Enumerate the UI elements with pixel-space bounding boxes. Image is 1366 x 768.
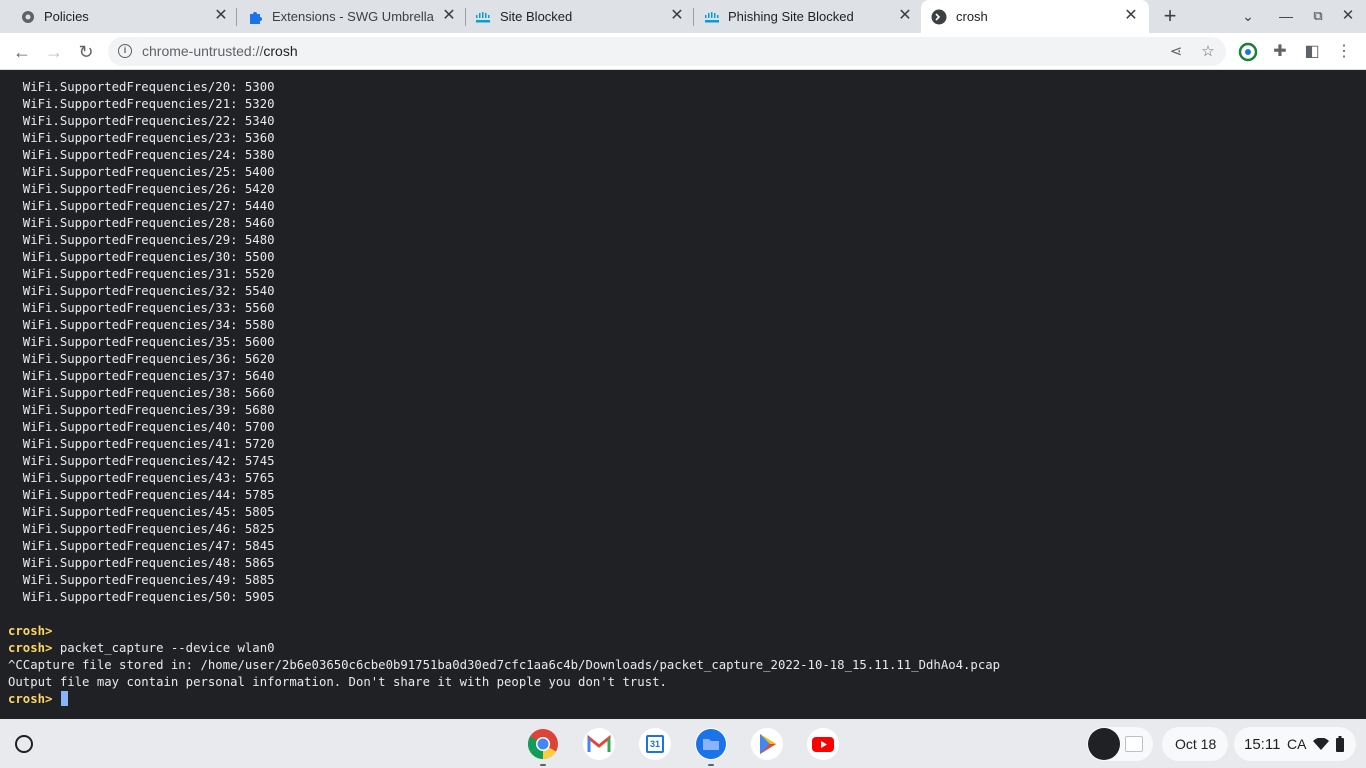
frequency-line: WiFi.SupportedFrequencies/48: 5865 [8,556,275,570]
share-icon[interactable]: ⋖ [1166,42,1186,62]
frequency-line: WiFi.SupportedFrequencies/24: 5380 [8,148,275,162]
frequency-line: WiFi.SupportedFrequencies/49: 5885 [8,573,275,587]
more-menu-icon[interactable]: ⋮ [1333,41,1355,63]
browser-toolbar: ← → ↻ i chrome-untrusted://crosh ⋖ ☆ ✚ ◧… [0,33,1366,70]
battery-icon [1336,736,1344,752]
terminal-line: Output file may contain personal informa… [8,675,667,689]
tab-search-chevron-down-icon[interactable]: ⌄ [1236,5,1260,27]
cisco-logo-icon [705,12,719,23]
frequency-line: WiFi.SupportedFrequencies/50: 5905 [8,590,275,604]
close-window-icon[interactable]: ✕ [1336,5,1360,27]
terminal-line: ^CCapture file stored in: /home/user/2b6… [8,658,1001,672]
running-indicator [708,764,714,766]
tab-extensions[interactable]: Extensions - SWG Umbrella Ch ✕ [237,0,465,33]
frequency-line: WiFi.SupportedFrequencies/47: 5845 [8,539,275,553]
tab-strip: Policies ✕ Extensions - SWG Umbrella Ch … [0,0,1366,33]
frequency-line: WiFi.SupportedFrequencies/45: 5805 [8,505,275,519]
play-store-icon[interactable] [751,728,783,760]
puzzle-icon [250,12,262,24]
frequency-line: WiFi.SupportedFrequencies/31: 5520 [8,267,275,281]
frequency-line: WiFi.SupportedFrequencies/42: 5745 [8,454,275,468]
frequency-line: WiFi.SupportedFrequencies/21: 5320 [8,97,275,111]
tote-holding-space[interactable] [1087,727,1153,761]
clock-time: 15:11 [1244,736,1281,753]
new-tab-plus-icon[interactable]: + [1158,5,1182,27]
tab-phishing-site-blocked[interactable]: Phishing Site Blocked ✕ [694,0,920,33]
crosh-terminal[interactable]: WiFi.SupportedFrequencies/20: 5300 WiFi.… [0,71,1366,719]
restore-icon[interactable]: ⧉ [1306,5,1330,27]
cisco-logo-icon [476,12,490,23]
frequency-line: WiFi.SupportedFrequencies/39: 5680 [8,403,275,417]
frequency-line: WiFi.SupportedFrequencies/35: 5600 [8,335,275,349]
terminal-line: crosh> [8,624,53,638]
reload-icon[interactable]: ↻ [73,39,99,65]
omnibox[interactable]: i chrome-untrusted://crosh ⋖ ☆ [108,37,1226,66]
calendar-day: 31 [646,735,664,753]
terminal-line: crosh> packet_capture --device wlan0 [8,641,275,655]
system-tray[interactable]: 15:11 CA [1234,727,1356,761]
bookmark-star-icon[interactable]: ☆ [1198,42,1218,62]
frequency-line: WiFi.SupportedFrequencies/22: 5340 [8,114,275,128]
launcher-circle-icon[interactable] [15,735,33,753]
screenshot-thumbnail-icon [1125,736,1143,752]
back-arrow-icon[interactable]: ← [9,39,35,65]
date-label: Oct 18 [1175,736,1217,752]
terminal-input-line[interactable]: crosh> [8,691,68,708]
close-tab-icon[interactable]: ✕ [896,7,914,25]
frequency-line: WiFi.SupportedFrequencies/29: 5480 [8,233,275,247]
tab-title: Extensions - SWG Umbrella Ch [272,9,435,24]
umbrella-extension-icon[interactable] [1237,41,1259,63]
frequency-line: WiFi.SupportedFrequencies/37: 5640 [8,369,275,383]
avatar [1088,728,1120,760]
chrome-icon[interactable] [527,728,559,760]
tab-policies[interactable]: Policies ✕ [0,0,236,33]
site-info-icon[interactable]: i [118,44,132,58]
frequency-line: WiFi.SupportedFrequencies/40: 5700 [8,420,275,434]
close-tab-icon[interactable]: ✕ [1122,7,1140,25]
frequency-line: WiFi.SupportedFrequencies/36: 5620 [8,352,275,366]
extensions-puzzle-icon[interactable]: ✚ [1269,41,1291,63]
frequency-line: WiFi.SupportedFrequencies/25: 5400 [8,165,275,179]
tab-site-blocked[interactable]: Site Blocked ✕ [466,0,693,33]
tab-title: Policies [44,9,89,24]
frequency-line: WiFi.SupportedFrequencies/44: 5785 [8,488,275,502]
youtube-icon[interactable] [807,728,839,760]
frequency-line: WiFi.SupportedFrequencies/43: 5765 [8,471,275,485]
frequency-line: WiFi.SupportedFrequencies/23: 5360 [8,131,275,145]
frequency-line: WiFi.SupportedFrequencies/28: 5460 [8,216,275,230]
text-cursor [60,691,68,706]
omnibox-url[interactable]: chrome-untrusted://crosh [142,43,298,59]
forward-arrow-icon[interactable]: → [41,39,67,65]
close-tab-icon[interactable]: ✕ [440,7,458,25]
frequency-line: WiFi.SupportedFrequencies/38: 5660 [8,386,275,400]
wifi-icon [1313,738,1329,750]
frequency-line: WiFi.SupportedFrequencies/34: 5580 [8,318,275,332]
frequency-line: WiFi.SupportedFrequencies/46: 5825 [8,522,275,536]
close-tab-icon[interactable]: ✕ [668,7,686,25]
gmail-icon[interactable] [583,728,615,760]
date-tray[interactable]: Oct 18 [1162,727,1228,761]
gear-icon [22,11,34,23]
shelf: 31 Oct 18 15:11 CA [0,719,1366,768]
frequency-line: WiFi.SupportedFrequencies/41: 5720 [8,437,275,451]
frequency-line: WiFi.SupportedFrequencies/33: 5560 [8,301,275,315]
frequency-line: WiFi.SupportedFrequencies/30: 5500 [8,250,275,264]
frequency-line: WiFi.SupportedFrequencies/32: 5540 [8,284,275,298]
tab-title: Phishing Site Blocked [728,9,854,24]
minimize-icon[interactable]: — [1274,5,1298,27]
close-tab-icon[interactable]: ✕ [212,7,230,25]
tab-title: crosh [956,9,988,24]
terminal-icon [931,9,947,25]
tab-title: Site Blocked [500,9,573,24]
frequency-line: WiFi.SupportedFrequencies/20: 5300 [8,80,275,94]
tab-crosh[interactable]: crosh ✕ [921,0,1149,33]
calendar-icon[interactable]: 31 [639,728,671,760]
frequency-line: WiFi.SupportedFrequencies/27: 5440 [8,199,275,213]
files-icon[interactable] [695,728,727,760]
side-panel-icon[interactable]: ◧ [1301,41,1323,63]
frequency-line: WiFi.SupportedFrequencies/26: 5420 [8,182,275,196]
running-indicator [540,764,546,766]
region-label: CA [1287,736,1307,752]
